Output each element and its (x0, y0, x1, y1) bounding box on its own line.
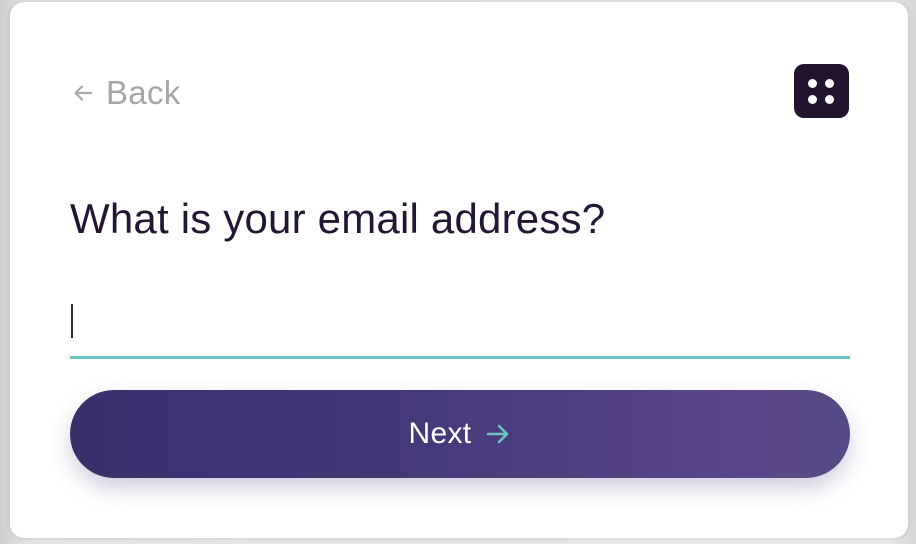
text-caret (71, 304, 73, 338)
arrow-right-icon (485, 421, 511, 447)
menu-dot (825, 95, 834, 104)
menu-button[interactable] (794, 64, 849, 118)
email-input[interactable] (76, 300, 836, 344)
question-heading: What is your email address? (70, 195, 606, 242)
menu-dot (808, 79, 817, 88)
menu-dot (808, 95, 817, 104)
back-label: Back (106, 74, 181, 111)
email-step-card: Back What is your email address? Next (10, 2, 908, 538)
next-button-label: Next (408, 417, 472, 450)
menu-dot (825, 79, 834, 88)
next-button[interactable]: Next (70, 390, 850, 478)
arrow-left-icon (72, 82, 94, 104)
back-button[interactable]: Back (72, 72, 181, 114)
email-field[interactable] (70, 294, 850, 359)
